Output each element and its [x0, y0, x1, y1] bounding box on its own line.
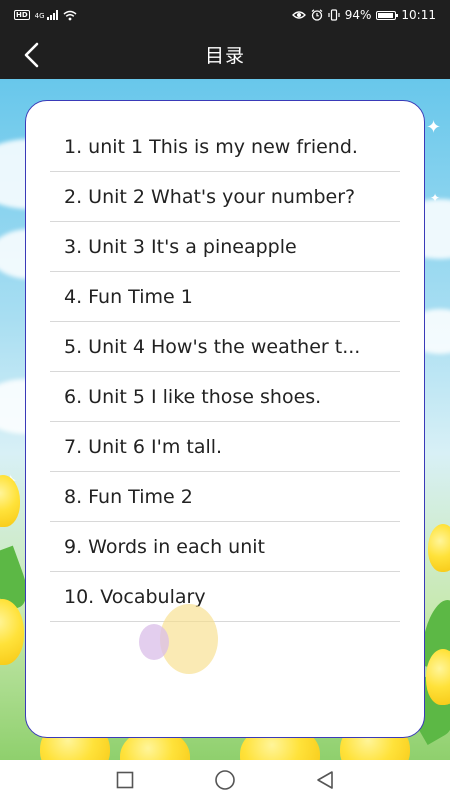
wifi-icon — [63, 10, 77, 20]
toc-item-label: 7. Unit 6 I'm tall. — [64, 436, 223, 458]
signal-icon — [46, 10, 58, 20]
tulip-shape — [426, 649, 450, 705]
toc-card: 1. unit 1 This is my new friend. 2. Unit… — [25, 100, 425, 738]
home-button[interactable] — [214, 769, 236, 791]
status-right-group: 94% 10:11 — [291, 8, 436, 22]
home-circle-icon — [215, 770, 235, 790]
network-type-label: 4G — [34, 11, 45, 20]
toc-item-label: 1. unit 1 This is my new friend. — [64, 136, 358, 158]
battery-fill — [378, 12, 394, 18]
vibrate-icon — [328, 9, 340, 21]
toc-item-label: 3. Unit 3 It's a pineapple — [64, 236, 297, 258]
page-title: 目录 — [204, 45, 245, 67]
back-button[interactable] — [14, 38, 50, 72]
clock-time: 10:11 — [401, 8, 436, 22]
status-bar: HD 4G 94% 10:11 — [0, 0, 450, 30]
toc-item[interactable]: 3. Unit 3 It's a pineapple — [50, 223, 400, 272]
toc-item[interactable]: 9. Words in each unit — [50, 523, 400, 572]
tulip-shape — [428, 524, 450, 572]
title-bar: 目录 — [0, 30, 450, 79]
recents-square-icon — [116, 771, 134, 789]
toc-item-label: 8. Fun Time 2 — [64, 486, 193, 508]
toc-item-label: 9. Words in each unit — [64, 536, 265, 558]
back-triangle-icon — [317, 771, 333, 789]
eye-icon — [291, 11, 306, 19]
battery-percent: 94% — [344, 8, 372, 22]
toc-item-label: 4. Fun Time 1 — [64, 286, 193, 308]
battery-icon — [376, 10, 399, 20]
toc-item[interactable]: 10. Vocabulary — [50, 573, 400, 622]
app-screen: HD 4G 94% 10:11 目录 ✦ ✦ 1. unit 1 This is… — [0, 0, 450, 800]
hd-badge: HD — [14, 10, 30, 20]
toc-item[interactable]: 2. Unit 2 What's your number? — [50, 173, 400, 222]
toc-list: 1. unit 1 This is my new friend. 2. Unit… — [50, 123, 400, 623]
toc-item-label: 10. Vocabulary — [64, 586, 206, 608]
sparkle-icon: ✦ — [430, 191, 441, 205]
nav-back-button[interactable] — [314, 769, 336, 791]
toc-item[interactable]: 4. Fun Time 1 — [50, 273, 400, 322]
chevron-left-icon — [24, 42, 39, 68]
toc-item-label: 5. Unit 4 How's the weather t... — [64, 336, 361, 358]
toc-item[interactable]: 7. Unit 6 I'm tall. — [50, 423, 400, 472]
toc-item-label: 6. Unit 5 I like those shoes. — [64, 386, 322, 408]
system-nav-bar — [0, 760, 450, 800]
toc-item[interactable]: 5. Unit 4 How's the weather t... — [50, 323, 400, 372]
toc-item[interactable]: 8. Fun Time 2 — [50, 473, 400, 522]
status-left-group: HD 4G — [14, 10, 77, 21]
recents-button[interactable] — [114, 769, 136, 791]
toc-item[interactable]: 1. unit 1 This is my new friend. — [50, 123, 400, 172]
toc-item-label: 2. Unit 2 What's your number? — [64, 186, 356, 208]
tulip-shape — [0, 599, 24, 665]
toc-item[interactable]: 6. Unit 5 I like those shoes. — [50, 373, 400, 422]
alarm-icon — [311, 9, 323, 21]
sparkle-icon: ✦ — [426, 117, 442, 138]
touch-ripple — [139, 624, 169, 660]
